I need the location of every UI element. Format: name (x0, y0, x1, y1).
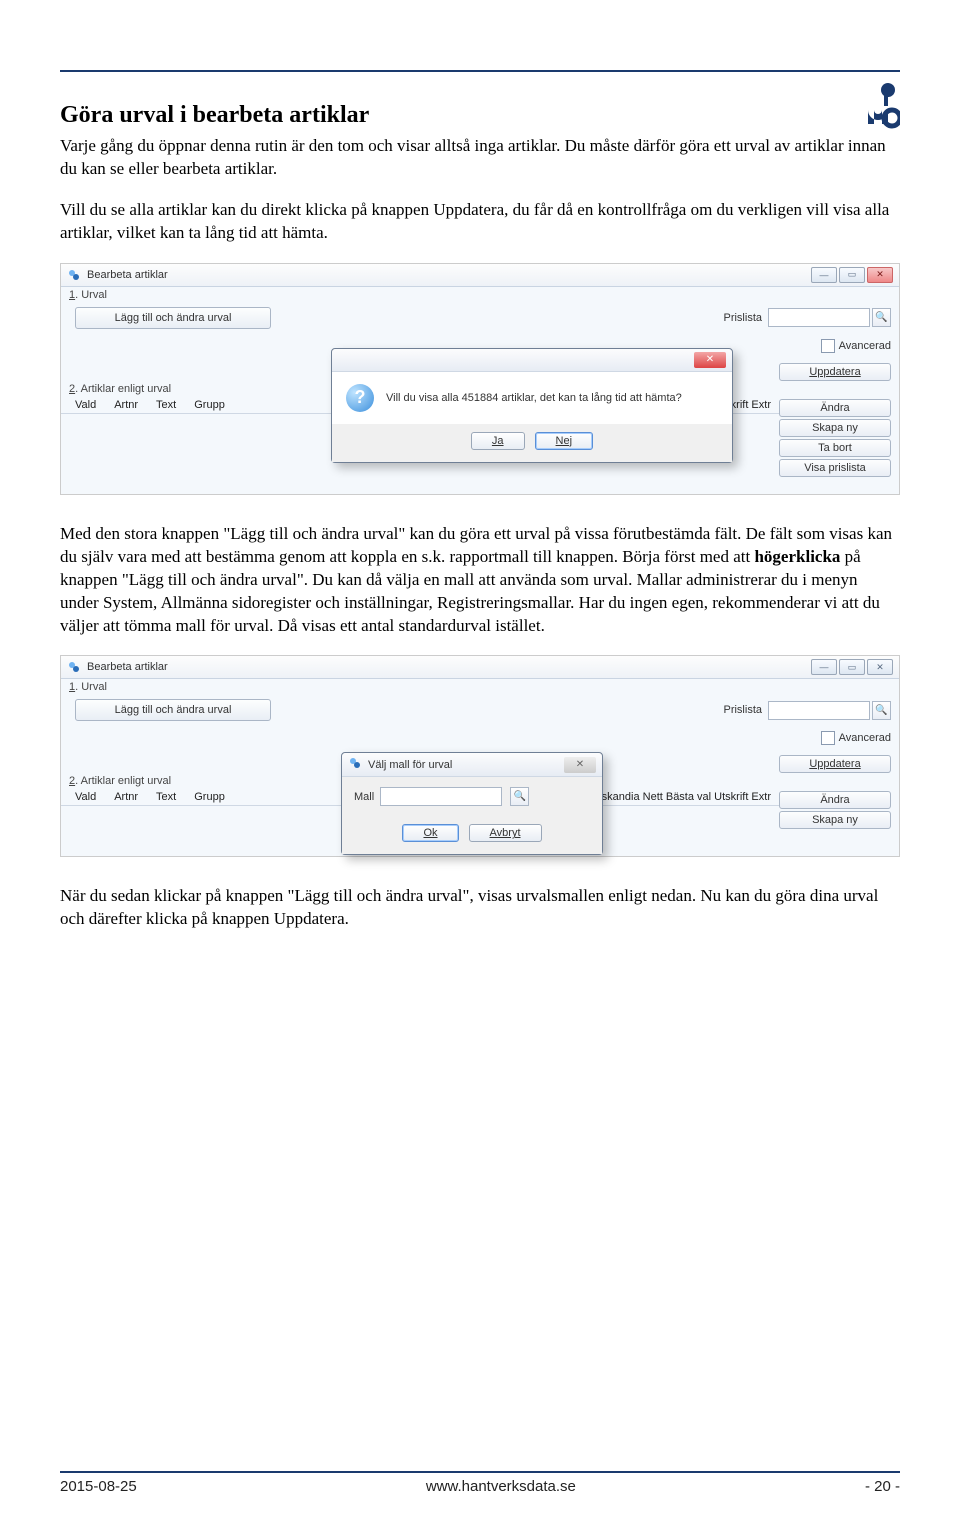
show-pricelist-button[interactable]: Visa prislista (779, 459, 891, 477)
prislista-label: Prislista (723, 704, 762, 716)
screenshot-confirm-dialog: Bearbeta artiklar — ▭ ✕ 1. Urval Lägg ti… (60, 263, 900, 495)
paragraph-2: Vill du se alla artiklar kan du direkt k… (60, 199, 900, 245)
screenshot-mall-dialog: Bearbeta artiklar — ▭ ✕ 1. Urval Lägg ti… (60, 655, 900, 857)
footer-date: 2015-08-25 (60, 1478, 137, 1495)
prislista-input[interactable] (768, 701, 870, 720)
create-new-button[interactable]: Skapa ny (779, 811, 891, 829)
mall-label: Mall (354, 791, 374, 803)
advanced-label: Avancerad (839, 340, 891, 352)
dialog-close-icon[interactable]: ✕ (564, 757, 596, 773)
col-grupp: Grupp (194, 399, 225, 413)
add-selection-button[interactable]: Lägg till och ändra urval (75, 307, 271, 329)
edit-button[interactable]: Ändra (779, 791, 891, 809)
col-artnr: Artnr (114, 791, 138, 805)
page-heading: Göra urval i bearbeta artiklar (60, 102, 900, 129)
col-vald: Vald (75, 791, 96, 805)
app-icon (348, 756, 362, 773)
close-button[interactable]: ✕ (867, 267, 893, 283)
paragraph-1: Varje gång du öppnar denna rutin är den … (60, 135, 900, 181)
dialog-close-icon[interactable]: ✕ (694, 352, 726, 368)
prislista-input[interactable] (768, 308, 870, 327)
minimize-button[interactable]: — (811, 659, 837, 675)
add-selection-button[interactable]: Lägg till och ändra urval (75, 699, 271, 721)
confirm-dialog: ✕ ? Vill du visa alla 451884 artiklar, d… (331, 348, 733, 463)
close-button[interactable]: ✕ (867, 659, 893, 675)
delete-button[interactable]: Ta bort (779, 439, 891, 457)
footer-rule (60, 1471, 900, 1473)
section-1-label: . Urval (75, 289, 107, 301)
col-artnr: Artnr (114, 399, 138, 413)
window-title: Bearbeta artiklar (87, 269, 168, 281)
search-icon[interactable]: 🔍 (872, 308, 891, 327)
advanced-checkbox[interactable] (821, 731, 835, 745)
question-icon: ? (346, 384, 374, 412)
search-icon[interactable]: 🔍 (510, 787, 529, 806)
col-text: Text (156, 791, 176, 805)
header-rule (60, 70, 900, 72)
mall-input[interactable] (380, 787, 502, 806)
advanced-label: Avancerad (839, 732, 891, 744)
section-2-label: . Artiklar enligt urval (75, 383, 171, 395)
search-icon[interactable]: 🔍 (872, 701, 891, 720)
col-vald: Vald (75, 399, 96, 413)
yes-button[interactable]: Ja (471, 432, 525, 450)
prislista-label: Prislista (723, 312, 762, 324)
edit-button[interactable]: Ändra (779, 399, 891, 417)
maximize-button[interactable]: ▭ (839, 267, 865, 283)
update-button[interactable]: Uppdatera (779, 363, 891, 381)
mall-dialog-title: Välj mall för urval (368, 759, 452, 771)
col-text: Text (156, 399, 176, 413)
create-new-button[interactable]: Skapa ny (779, 419, 891, 437)
confirm-text: Vill du visa alla 451884 artiklar, det k… (386, 392, 682, 404)
ok-button[interactable]: Ok (402, 824, 458, 842)
footer-url: www.hantverksdata.se (426, 1478, 576, 1495)
advanced-checkbox[interactable] (821, 339, 835, 353)
no-button[interactable]: Nej (535, 432, 594, 450)
paragraph-3: Med den stora knappen "Lägg till och änd… (60, 523, 900, 638)
col-grupp: Grupp (194, 791, 225, 805)
app-icon (67, 268, 81, 282)
window-title: Bearbeta artiklar (87, 661, 168, 673)
maximize-button[interactable]: ▭ (839, 659, 865, 675)
paragraph-4: När du sedan klickar på knappen "Lägg ti… (60, 885, 900, 931)
app-icon (67, 660, 81, 674)
minimize-button[interactable]: — (811, 267, 837, 283)
mall-dialog: Välj mall för urval ✕ Mall 🔍 Ok Avbryt (341, 752, 603, 855)
cancel-button[interactable]: Avbryt (469, 824, 542, 842)
footer-page: - 20 - (865, 1478, 900, 1495)
brand-logo (860, 80, 900, 135)
update-button[interactable]: Uppdatera (779, 755, 891, 773)
